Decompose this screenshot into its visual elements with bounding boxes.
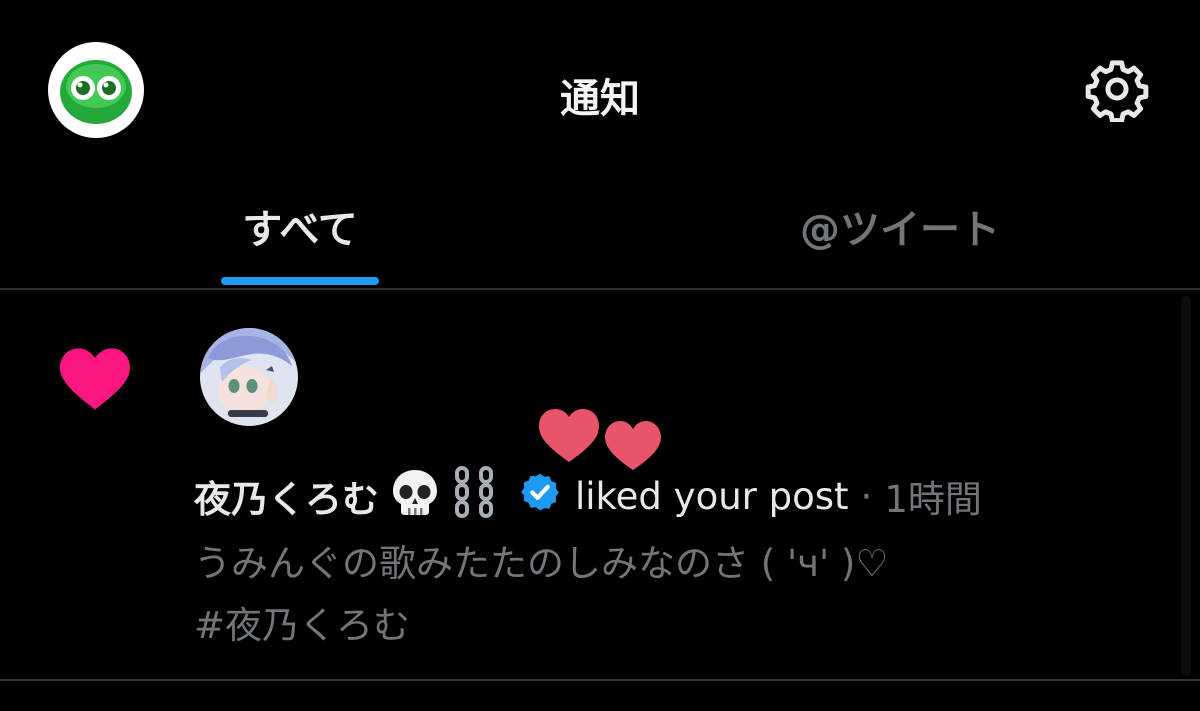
tweet-text: うみんぐの歌みたたのしみなのさ ( 'ч' )♡ #夜乃くろむ [194, 533, 1154, 657]
heart-icon [60, 348, 130, 410]
verified-badge-icon [519, 471, 561, 522]
user-avatar[interactable] [200, 328, 298, 426]
gear-icon [1085, 60, 1149, 124]
action-text: liked your post [575, 474, 849, 518]
floating-hearts-icon [539, 409, 661, 470]
hashtag-link[interactable]: #夜乃くろむ [194, 595, 1154, 657]
anime-girl-avatar-image [200, 328, 298, 426]
tweet-text-line: うみんぐの歌みたたのしみなのさ ( 'ч' )♡ [194, 542, 889, 585]
notification-header-line: 夜乃くろむ liked your post · 1時間 [194, 465, 982, 527]
notification-tabs: すべて @ツイート [0, 180, 1200, 288]
tab-all[interactable]: すべて [0, 180, 600, 288]
separator-dot: · [860, 474, 873, 518]
notifications-screen: 通知 すべて @ツイート 夜乃くろむ liked your post · 1時間… [0, 0, 1200, 711]
user-name[interactable]: 夜乃くろむ [194, 469, 379, 523]
skull-emoji-icon [389, 468, 441, 525]
page-title: 通知 [560, 76, 640, 122]
tab-all-label: すべて [242, 207, 358, 253]
active-tab-indicator [221, 277, 379, 285]
divider [0, 679, 1200, 681]
tab-mentions-label: @ツイート [800, 207, 1000, 253]
scrollbar[interactable] [1181, 296, 1191, 676]
tab-mentions[interactable]: @ツイート [600, 180, 1200, 288]
chains-emoji-icon [451, 465, 501, 527]
timestamp: 1時間 [884, 478, 982, 521]
settings-button[interactable] [1084, 56, 1150, 124]
top-app-bar: 通知 [0, 0, 1200, 180]
notification-item[interactable]: 夜乃くろむ liked your post · 1時間 うみんぐの歌みたたのしみ… [0, 290, 1180, 679]
